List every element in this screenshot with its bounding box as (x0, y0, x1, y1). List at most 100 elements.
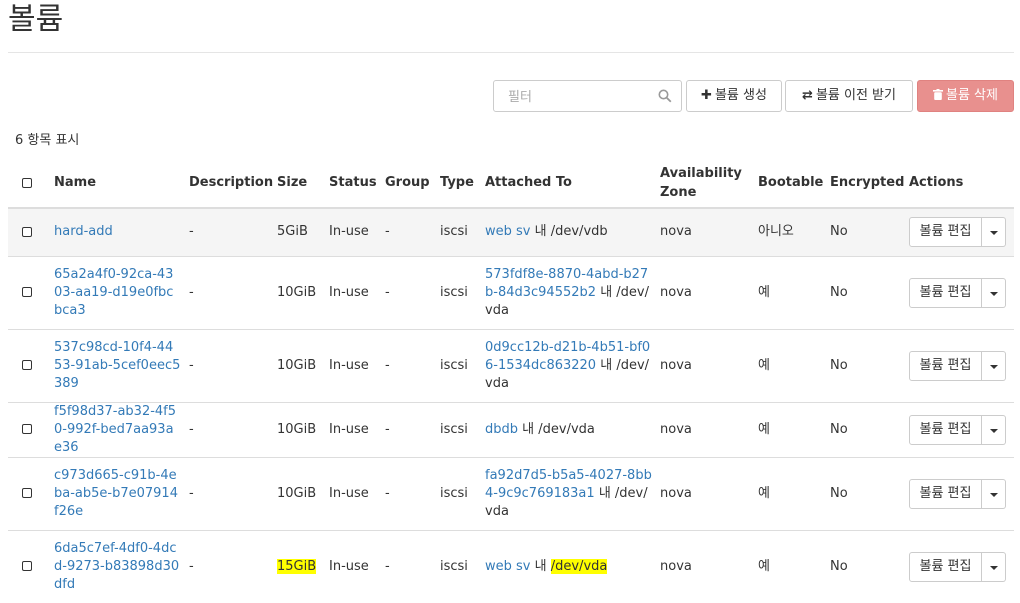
volume-name-link[interactable]: f5f98d37-ab32-4f50-992f-bed7aa93ae36 (54, 404, 176, 455)
column-header-name[interactable]: Name (50, 158, 185, 209)
row-action-group: 볼륨 편집 (909, 217, 1006, 248)
edit-volume-button[interactable]: 볼륨 편집 (909, 350, 982, 381)
column-header-type[interactable]: Type (436, 158, 481, 209)
exchange-icon: ⇄ (802, 88, 813, 103)
row-action-group: 볼륨 편집 (909, 551, 1006, 582)
column-header-attached-to[interactable]: Attached To (481, 158, 656, 209)
chevron-down-icon[interactable] (982, 414, 1006, 445)
item-count: 6 항목 표시 (15, 133, 80, 148)
volume-attached-to: dbdb 내 /dev/vda (481, 401, 656, 457)
volume-description: - (185, 207, 273, 256)
row-action-group: 볼륨 편집 (909, 478, 1006, 509)
volume-name-link[interactable]: 6da5c7ef-4df0-4dcd-9273-b83898d30dfd (54, 541, 179, 592)
chevron-down-icon[interactable] (982, 551, 1006, 582)
column-header-description[interactable]: Description (185, 158, 273, 209)
edit-volume-button[interactable]: 볼륨 편집 (909, 277, 982, 308)
volume-attached-to: web sv 내 /dev/vdb (481, 207, 656, 256)
volume-status: In-use (325, 207, 381, 256)
row-checkbox[interactable] (22, 488, 32, 498)
volume-attached-to: fa92d7d5-b5a5-4027-8bb4-9c9c769183a1 내 /… (481, 456, 656, 530)
create-volume-label: 볼륨 생성 (714, 88, 767, 103)
volume-name-link[interactable]: hard-add (54, 224, 113, 239)
column-header-status[interactable]: Status (325, 158, 381, 209)
volume-status: In-use (325, 328, 381, 402)
column-header-group[interactable]: Group (381, 158, 436, 209)
attached-separator: 내 (600, 357, 613, 373)
accept-transfer-button[interactable]: ⇄ 볼륨 이전 받기 (785, 80, 913, 112)
attached-separator: 내 (534, 558, 547, 574)
volume-encrypted: No (826, 328, 905, 402)
create-volume-button[interactable]: ✚ 볼륨 생성 (686, 80, 782, 112)
title-divider (8, 52, 1014, 53)
trash-icon (933, 81, 943, 111)
volume-attached-to: 573fdf8e-8870-4abd-b27b-84d3c94552b2 내 /… (481, 255, 656, 329)
filter-input[interactable] (506, 87, 646, 107)
volume-description: - (185, 328, 273, 402)
row-action-group: 볼륨 편집 (909, 277, 1006, 308)
volume-status: In-use (325, 529, 381, 603)
volume-zone: nova (656, 207, 754, 256)
row-checkbox[interactable] (22, 287, 32, 297)
page-title: 볼륨 (8, 2, 64, 37)
volume-type: iscsi (436, 328, 481, 402)
volume-size: 10GiB (273, 401, 325, 457)
volume-size: 10GiB (273, 255, 325, 329)
table-header-row: Name Description Size Status Group Type … (8, 158, 1014, 209)
chevron-down-icon[interactable] (982, 217, 1006, 248)
volume-group: - (381, 529, 436, 603)
volume-size: 15GiB (277, 558, 317, 574)
attached-server-link[interactable]: dbdb (485, 422, 518, 437)
chevron-down-icon[interactable] (982, 277, 1006, 308)
filter-box[interactable] (493, 80, 682, 112)
volume-description: - (185, 401, 273, 457)
attached-server-link[interactable]: web sv (485, 224, 530, 239)
volume-name-link[interactable]: 65a2a4f0-92ca-4303-aa19-d19e0fbcbca3 (54, 267, 173, 318)
attached-separator: 내 (522, 421, 535, 437)
volume-bootable: 예 (754, 456, 826, 530)
row-checkbox[interactable] (22, 226, 32, 237)
column-header-bootable[interactable]: Bootable (754, 158, 826, 209)
column-header-actions: Actions (905, 158, 1014, 209)
attached-device: /dev/vda (538, 421, 595, 437)
volume-attached-to: web sv 내 /dev/vda (481, 529, 656, 603)
row-checkbox[interactable] (22, 360, 32, 370)
volume-description: - (185, 529, 273, 603)
volume-name-link[interactable]: c973d665-c91b-4eba-ab5e-b7e07914f26e (54, 468, 178, 519)
search-icon[interactable] (658, 89, 672, 103)
edit-volume-button[interactable]: 볼륨 편집 (909, 414, 982, 445)
select-all-checkbox[interactable] (22, 177, 32, 188)
edit-volume-button[interactable]: 볼륨 편집 (909, 551, 982, 582)
column-header-encrypted[interactable]: Encrypted (826, 158, 905, 209)
volume-zone: nova (656, 401, 754, 457)
edit-volume-button[interactable]: 볼륨 편집 (909, 478, 982, 509)
volume-description: - (185, 255, 273, 329)
volume-bootable: 아니오 (754, 207, 826, 256)
table-row: c973d665-c91b-4eba-ab5e-b7e07914f26e - 1… (8, 456, 1014, 530)
volume-type: iscsi (436, 255, 481, 329)
column-header-availability-zone[interactable]: Availability Zone (656, 158, 754, 209)
volume-zone: nova (656, 255, 754, 329)
column-header-size[interactable]: Size (273, 158, 325, 209)
table-row: hard-add - 5GiB In-use - iscsi web sv 내 … (8, 207, 1014, 256)
volume-encrypted: No (826, 529, 905, 603)
row-action-group: 볼륨 편집 (909, 414, 1006, 445)
volume-bootable: 예 (754, 328, 826, 402)
row-checkbox[interactable] (22, 424, 32, 434)
row-checkbox[interactable] (22, 561, 32, 572)
volume-type: iscsi (436, 207, 481, 256)
volume-status: In-use (325, 456, 381, 530)
volume-type: iscsi (436, 456, 481, 530)
chevron-down-icon[interactable] (982, 350, 1006, 381)
attached-server-link[interactable]: web sv (485, 559, 530, 574)
delete-volumes-button[interactable]: 볼륨 삭제 (917, 80, 1014, 112)
volume-zone: nova (656, 529, 754, 603)
edit-volume-button[interactable]: 볼륨 편집 (909, 217, 982, 248)
attached-device: /dev/vdb (550, 224, 608, 240)
accept-transfer-label: 볼륨 이전 받기 (815, 88, 896, 103)
chevron-down-icon[interactable] (982, 478, 1006, 509)
plus-icon: ✚ (701, 88, 712, 103)
table-row: 6da5c7ef-4df0-4dcd-9273-b83898d30dfd - 1… (8, 529, 1014, 603)
volume-status: In-use (325, 401, 381, 457)
volume-name-link[interactable]: 537c98cd-10f4-4453-91ab-5cef0eec5389 (54, 340, 180, 391)
volume-bootable: 예 (754, 401, 826, 457)
